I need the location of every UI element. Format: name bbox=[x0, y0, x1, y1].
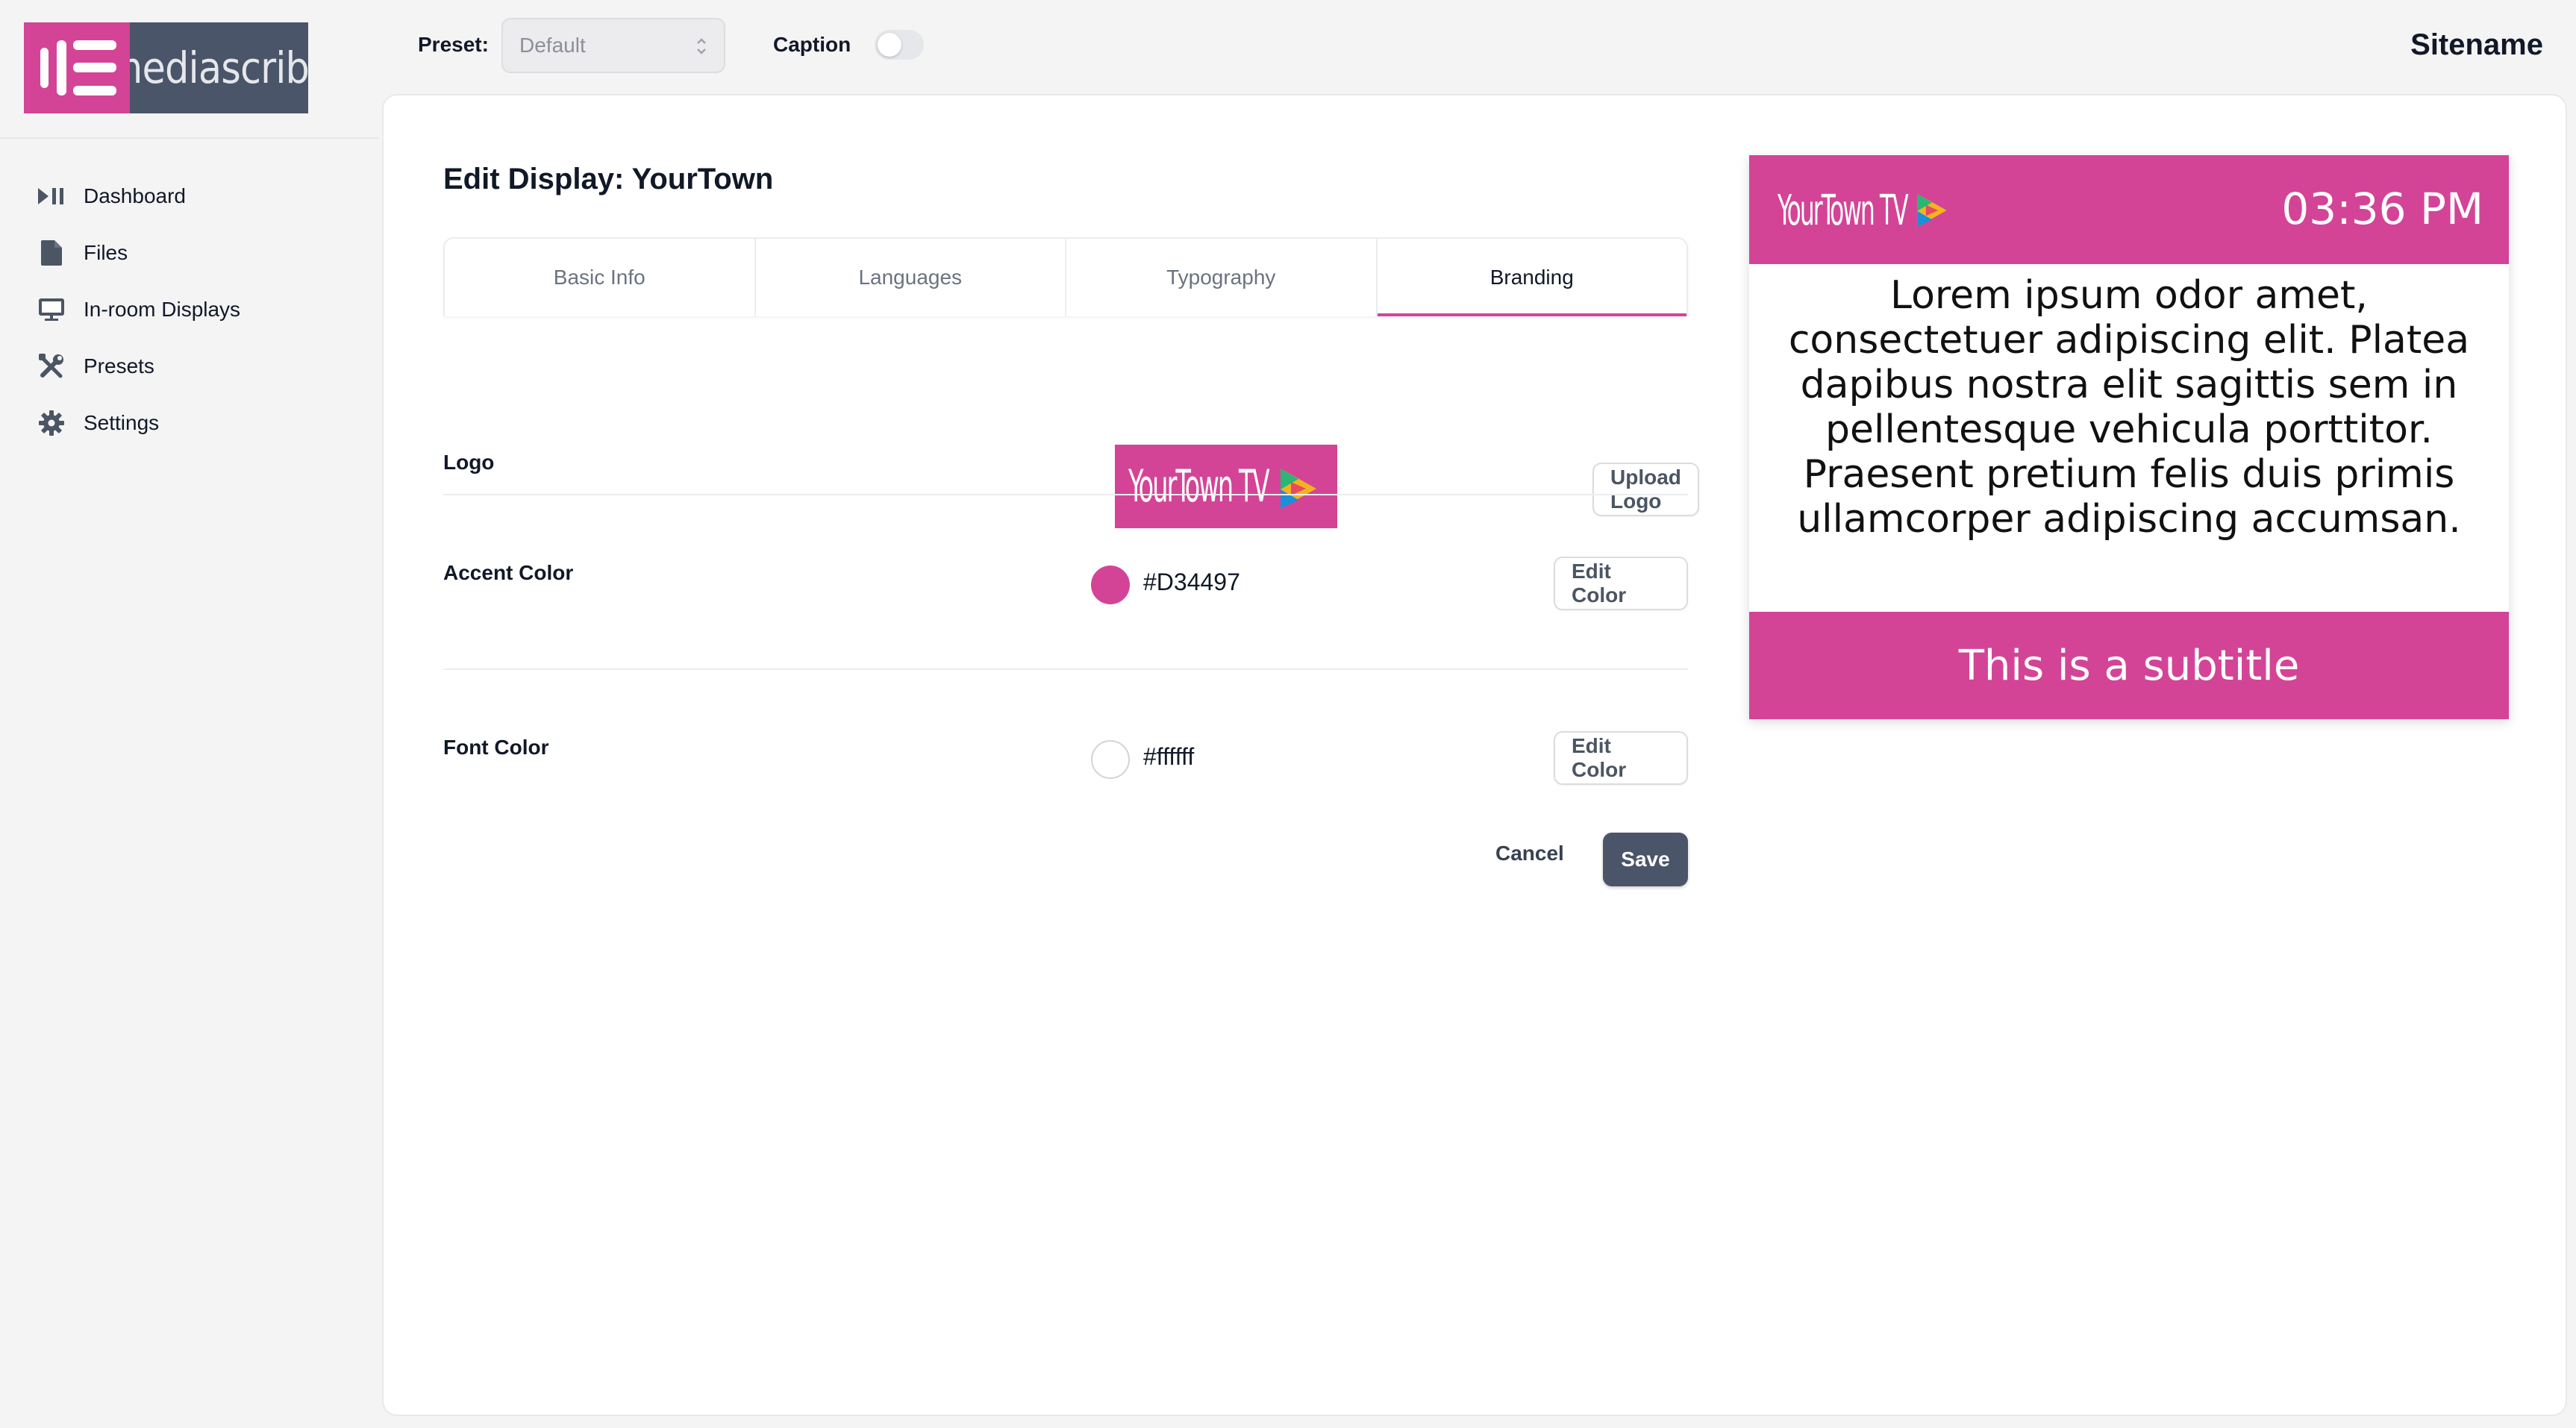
row-divider bbox=[443, 668, 1688, 670]
preview-subtitle: This is a subtitle bbox=[1958, 641, 2300, 690]
sidebar-item-label: Files bbox=[84, 241, 128, 264]
row-divider bbox=[443, 494, 1688, 495]
logo-mark-icon bbox=[24, 22, 130, 113]
sitename: Sitename bbox=[2410, 28, 2543, 61]
monitor-icon bbox=[36, 294, 67, 325]
sidebar-item-label: In-room Displays bbox=[84, 298, 241, 321]
upload-logo-button[interactable]: Upload Logo bbox=[1592, 463, 1699, 516]
tab-basic-info[interactable]: Basic Info bbox=[445, 239, 756, 316]
caption-toggle[interactable] bbox=[875, 30, 924, 60]
play-pause-icon bbox=[36, 181, 67, 212]
top-bar: Preset: Default Caption Sitename bbox=[379, 0, 2576, 93]
page-title: Edit Display: YourTown bbox=[443, 163, 774, 195]
sidebar-item-presets[interactable]: Presets bbox=[36, 338, 240, 395]
save-button[interactable]: Save bbox=[1603, 833, 1688, 886]
play-triangle-icon bbox=[1281, 469, 1316, 509]
logo-preview: YourTown TV bbox=[1115, 445, 1337, 528]
preview-time: 03:36 PM bbox=[2281, 184, 2483, 234]
sidebar-item-label: Dashboard bbox=[84, 184, 186, 207]
tab-languages[interactable]: Languages bbox=[756, 239, 1066, 316]
logo-row: Logo YourTown TV Upload Logo bbox=[443, 352, 1699, 528]
sidebar-item-dashboard[interactable]: Dashboard bbox=[36, 168, 240, 225]
accent-color-swatch[interactable] bbox=[1091, 566, 1130, 604]
sidebar-item-label: Settings bbox=[84, 411, 160, 434]
sidebar-divider bbox=[0, 137, 379, 139]
preset-label: Preset: bbox=[418, 33, 489, 56]
sidebar-item-files[interactable]: Files bbox=[36, 225, 240, 281]
chevron-up-down-icon bbox=[695, 36, 707, 62]
gear-icon bbox=[36, 407, 67, 439]
preview-logo: YourTown TV bbox=[1778, 181, 1986, 240]
logo-wordmark: mediascribe bbox=[130, 43, 308, 93]
preset-select[interactable]: Default bbox=[501, 18, 725, 73]
preview-header: YourTown TV 03:36 PM bbox=[1749, 155, 2509, 264]
play-triangle-icon bbox=[1917, 193, 1947, 228]
accent-color-value: #D34497 bbox=[1143, 569, 1240, 595]
preview-footer: This is a subtitle bbox=[1749, 612, 2509, 719]
edit-accent-color-button[interactable]: Edit Color bbox=[1554, 557, 1688, 610]
tab-branding[interactable]: Branding bbox=[1377, 239, 1687, 316]
preview-logo-text: YourTown TV bbox=[1778, 186, 1909, 235]
sidebar: mediascribe Dashboard Files In-room Disp… bbox=[0, 0, 379, 1428]
app-logo[interactable]: mediascribe bbox=[24, 22, 308, 113]
logo-preview-text: YourTown TV bbox=[1128, 460, 1269, 513]
tools-icon bbox=[36, 351, 67, 382]
font-color-value: #ffffff bbox=[1143, 743, 1195, 770]
caption-label: Caption bbox=[773, 33, 851, 56]
font-color-swatch[interactable] bbox=[1091, 740, 1130, 779]
main-panel: Edit Display: YourTown Basic Info Langua… bbox=[382, 94, 2567, 1416]
preview-caption-text: Lorem ipsum odor amet, consectetuer adip… bbox=[1788, 273, 2470, 542]
font-color-label: Font Color bbox=[443, 736, 549, 759]
sidebar-item-in-room-displays[interactable]: In-room Displays bbox=[36, 281, 240, 338]
sidebar-item-label: Presets bbox=[84, 354, 154, 378]
edit-font-color-button[interactable]: Edit Color bbox=[1554, 731, 1688, 785]
cancel-button[interactable]: Cancel bbox=[1495, 842, 1564, 865]
display-preview: YourTown TV 03:36 PM Lorem ipsum odor am… bbox=[1749, 155, 2509, 719]
sidebar-nav: Dashboard Files In-room Displays Presets… bbox=[36, 168, 240, 451]
file-icon bbox=[36, 237, 67, 269]
sidebar-item-settings[interactable]: Settings bbox=[36, 395, 240, 451]
toggle-knob bbox=[878, 33, 901, 57]
logo-label: Logo bbox=[443, 451, 495, 474]
tab-typography[interactable]: Typography bbox=[1066, 239, 1378, 316]
tab-bar: Basic Info Languages Typography Branding bbox=[443, 237, 1688, 316]
accent-color-label: Accent Color bbox=[443, 561, 574, 584]
preset-select-value: Default bbox=[519, 34, 586, 57]
